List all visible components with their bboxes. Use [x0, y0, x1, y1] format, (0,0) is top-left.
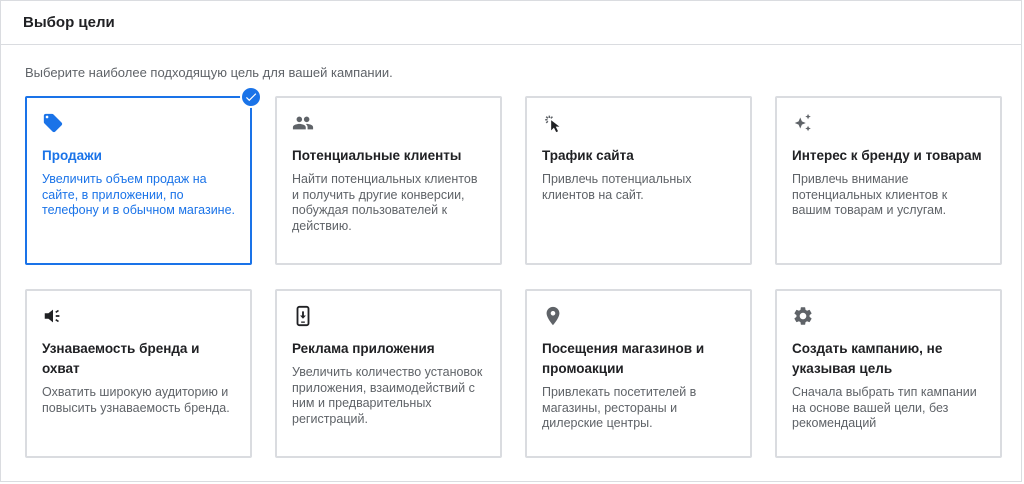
goal-card-description: Увеличить количество установок приложени…: [292, 365, 483, 426]
goal-cards-grid: Продажи Увеличить объем продаж на сайте,…: [25, 86, 1002, 458]
panel-header: Выбор цели: [1, 1, 1021, 45]
goal-card-title: Создать кампанию, не указывая цель: [792, 341, 943, 376]
gear-icon: [792, 305, 814, 327]
goal-card-no-goal[interactable]: Создать кампанию, не указывая цель Снача…: [775, 289, 1002, 458]
goal-card-title: Потенциальные клиенты: [292, 148, 462, 163]
goal-card-brand-consideration[interactable]: Интерес к бренду и товарам Привлечь вним…: [775, 96, 1002, 265]
tag-icon: [42, 112, 64, 134]
cursor-click-icon: [542, 112, 564, 134]
sparkle-icon: [792, 112, 814, 134]
goal-card-brand-awareness[interactable]: Узнаваемость бренда и охват Охватить шир…: [25, 289, 252, 458]
goal-card-title: Интерес к бренду и товарам: [792, 148, 982, 163]
goal-card-description: Привлекать посетителей в магазины, ресто…: [542, 385, 697, 430]
panel-title: Выбор цели: [23, 14, 115, 31]
goal-card-title: Узнаваемость бренда и охват: [42, 341, 200, 376]
people-icon: [292, 112, 314, 134]
goal-card-website-traffic[interactable]: Трафик сайта Привлечь потенциальных клие…: [525, 96, 752, 265]
megaphone-icon: [42, 305, 64, 327]
checkmark-icon: [240, 86, 262, 108]
goal-card-title: Посещения магазинов и промоакции: [542, 341, 705, 376]
goal-card-description: Охватить широкую аудиторию и повысить уз…: [42, 385, 230, 415]
goal-card-title: Трафик сайта: [542, 148, 634, 163]
goal-card-description: Привлечь внимание потенциальных клиентов…: [792, 172, 948, 217]
goal-selection-panel: Выбор цели Выберите наиболее подходящую …: [0, 0, 1022, 482]
goal-card-title: Продажи: [42, 148, 102, 163]
location-pin-icon: [542, 305, 564, 327]
phone-download-icon: [292, 305, 314, 327]
panel-subtitle: Выберите наиболее подходящую цель для ва…: [25, 65, 393, 80]
goal-card-store-visits[interactable]: Посещения магазинов и промоакции Привлек…: [525, 289, 752, 458]
goal-card-app-promotion[interactable]: Реклама приложения Увеличить количество …: [275, 289, 502, 458]
goal-card-description: Найти потенциальных клиентов и получить …: [292, 172, 478, 233]
goal-card-leads[interactable]: Потенциальные клиенты Найти потенциальны…: [275, 96, 502, 265]
goal-card-description: Увеличить объем продаж на сайте, в прило…: [42, 172, 236, 217]
goal-card-description: Привлечь потенциальных клиентов на сайт.: [542, 172, 692, 202]
goal-card-description: Сначала выбрать тип кампании на основе в…: [792, 385, 977, 430]
goal-card-sales[interactable]: Продажи Увеличить объем продаж на сайте,…: [25, 86, 262, 265]
goal-card-title: Реклама приложения: [292, 341, 435, 356]
